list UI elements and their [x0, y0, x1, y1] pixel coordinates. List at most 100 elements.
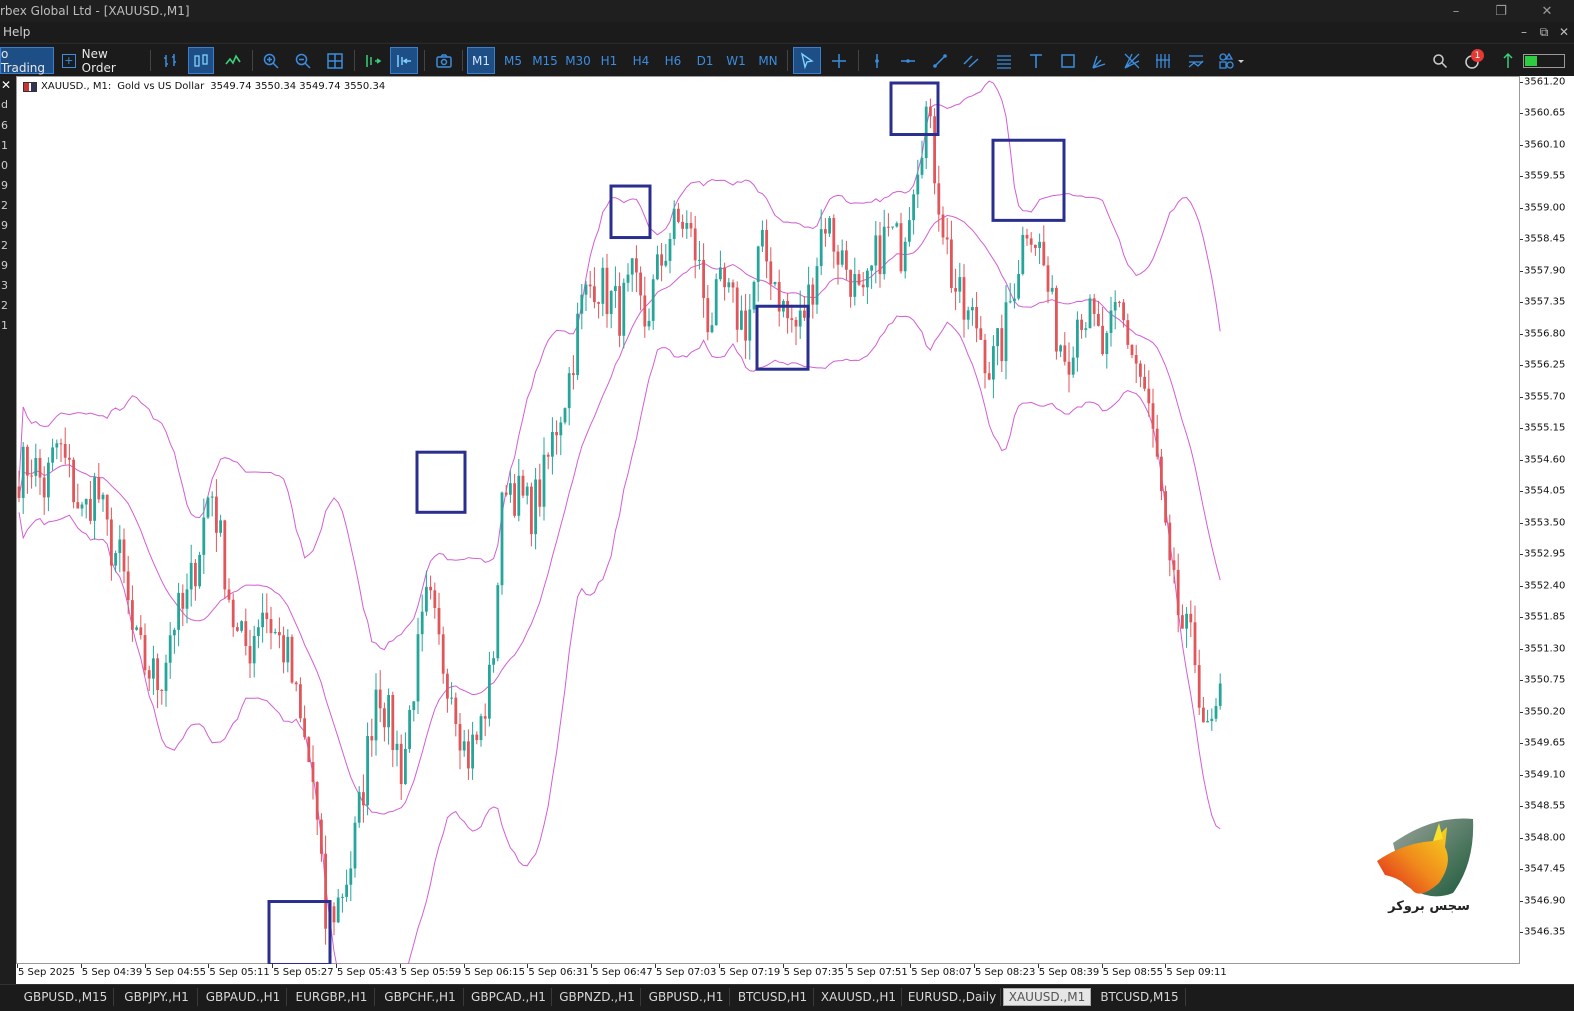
- elliott-wave-icon[interactable]: [1182, 47, 1210, 74]
- timeframe-h4[interactable]: H4: [628, 47, 654, 74]
- algo-trading-button[interactable]: o Trading: [0, 47, 54, 75]
- lower-band: [18, 315, 1221, 965]
- candle: [399, 734, 403, 800]
- candle: [17, 470, 21, 503]
- timeframe-h1[interactable]: H1: [596, 47, 622, 74]
- timeframe-d1[interactable]: D1: [692, 47, 718, 74]
- channel-icon[interactable]: [958, 47, 984, 74]
- price-tick: [1520, 144, 1523, 146]
- candle: [416, 617, 420, 714]
- fibonacci-icon[interactable]: [990, 47, 1018, 74]
- cursor-icon[interactable]: [793, 47, 821, 74]
- mdi-close-button[interactable]: ✕: [1554, 22, 1574, 42]
- annotation-box-low-05-27[interactable]: [267, 900, 332, 965]
- candle: [693, 215, 697, 279]
- crosshair-icon[interactable]: [826, 47, 852, 74]
- chart-tab[interactable]: GBPCHF.,H1: [377, 988, 464, 1006]
- bar-chart-icon[interactable]: [158, 47, 184, 74]
- menu-help[interactable]: Help: [0, 25, 33, 39]
- price-label: 3552.95: [1524, 548, 1566, 560]
- chart-tab[interactable]: XAUUSD.,H1: [816, 988, 902, 1006]
- candle: [437, 592, 441, 645]
- trendline-icon[interactable]: [927, 47, 953, 74]
- candle: [240, 620, 243, 633]
- timeframe-w1[interactable]: W1: [723, 47, 749, 74]
- candle: [794, 316, 798, 346]
- candle: [198, 551, 201, 589]
- timeframe-m5[interactable]: M5: [499, 47, 527, 74]
- panel-close-icon[interactable]: ✕: [1, 78, 11, 92]
- candle: [63, 427, 67, 465]
- chart-tab[interactable]: EURUSD.,Daily: [904, 988, 1001, 1006]
- rectangle-icon[interactable]: [1054, 47, 1082, 74]
- annotation-box-05-59[interactable]: [415, 450, 467, 514]
- chart-tab[interactable]: BTCUSD,H1: [732, 988, 814, 1006]
- price-label: 3552.40: [1524, 580, 1566, 592]
- gann-fan-icon[interactable]: [1118, 47, 1146, 74]
- candle: [929, 98, 932, 129]
- chart-tab[interactable]: EURGBP.,H1: [289, 988, 375, 1006]
- maximize-button[interactable]: ❐: [1478, 0, 1524, 22]
- price-plot[interactable]: [17, 77, 1521, 965]
- candle: [105, 494, 109, 536]
- chart-shift-icon[interactable]: [390, 47, 418, 74]
- chart-tab[interactable]: XAUUSD.,M1: [1003, 988, 1091, 1006]
- search-icon[interactable]: [1428, 47, 1452, 74]
- candle: [467, 729, 470, 780]
- candle: [1210, 708, 1214, 731]
- new-order-button[interactable]: + New Order: [58, 47, 144, 75]
- text-icon[interactable]: [1023, 47, 1049, 74]
- mdi-restore-button[interactable]: ⧉: [1534, 22, 1554, 42]
- candle: [189, 544, 193, 607]
- time-label: 5 Sep 08:55: [1102, 967, 1163, 978]
- candle: [626, 263, 630, 292]
- annotation-box-08-23[interactable]: [991, 138, 1066, 222]
- candle: [1155, 414, 1159, 460]
- timeframe-m30[interactable]: M30: [563, 47, 593, 74]
- timeframe-h6[interactable]: H6: [660, 47, 686, 74]
- chart-tab[interactable]: GBPAUD.,H1: [200, 988, 287, 1006]
- shapes-dropdown-icon[interactable]: [1214, 47, 1250, 74]
- chart-tab[interactable]: BTCUSD,M15: [1094, 988, 1186, 1006]
- candle: [572, 355, 575, 390]
- zoom-out-icon[interactable]: [290, 47, 316, 74]
- screenshot-icon[interactable]: [430, 47, 458, 74]
- candle: [840, 239, 844, 268]
- price-axis[interactable]: 3561.20 3560.65 3560.10 3559.55 3559.00 3558.…: [1520, 76, 1574, 964]
- chart-tab[interactable]: GBPNZD.,H1: [554, 988, 641, 1006]
- candle: [1105, 330, 1109, 369]
- candle: [244, 608, 248, 656]
- chart-tab[interactable]: GBPUSD.,M15: [18, 988, 114, 1006]
- line-chart-icon[interactable]: [220, 47, 246, 74]
- candle: [576, 302, 579, 380]
- chart-tab[interactable]: GBPCAD.,H1: [466, 988, 552, 1006]
- price-label: 3561.20: [1524, 76, 1566, 88]
- close-button[interactable]: ✕: [1524, 0, 1570, 22]
- tile-windows-icon[interactable]: [322, 47, 348, 74]
- auto-scroll-icon[interactable]: [360, 47, 386, 74]
- candle: [231, 593, 235, 637]
- candle: [962, 264, 966, 338]
- cycle-lines-icon[interactable]: [1149, 47, 1177, 74]
- pitchfork-icon[interactable]: [1086, 47, 1114, 74]
- price-label: 3554.05: [1524, 485, 1566, 497]
- candlestick-chart-icon[interactable]: [188, 47, 214, 74]
- chart-tab[interactable]: GBPJPY.,H1: [116, 988, 198, 1006]
- timeframe-mn[interactable]: MN: [754, 47, 782, 74]
- notifications-icon[interactable]: 1: [1458, 47, 1486, 74]
- broker-logo: سجس بروکر: [1373, 813, 1477, 921]
- chart-area[interactable]: XAUUSD., M1: Gold vs US Dollar 3549.74 3…: [16, 76, 1521, 965]
- candle: [311, 745, 315, 800]
- zoom-in-icon[interactable]: [258, 47, 284, 74]
- annotation-box-06-47[interactable]: [609, 184, 652, 240]
- chart-tab[interactable]: GBPUSD.,H1: [643, 988, 730, 1006]
- timeframe-m15[interactable]: M15: [530, 47, 560, 74]
- timeframe-m1[interactable]: M1: [467, 47, 495, 74]
- mdi-minimize-button[interactable]: –: [1514, 22, 1534, 42]
- price-label: 3548.00: [1524, 832, 1566, 844]
- minimize-button[interactable]: –: [1433, 0, 1479, 22]
- candle: [181, 584, 185, 627]
- vertical-line-icon[interactable]: [864, 47, 890, 74]
- horizontal-line-icon[interactable]: [895, 47, 921, 74]
- time-axis[interactable]: 5 Sep 2025 5 Sep 04:39 5 Sep 04:55 5 Sep 05…: [16, 964, 1574, 984]
